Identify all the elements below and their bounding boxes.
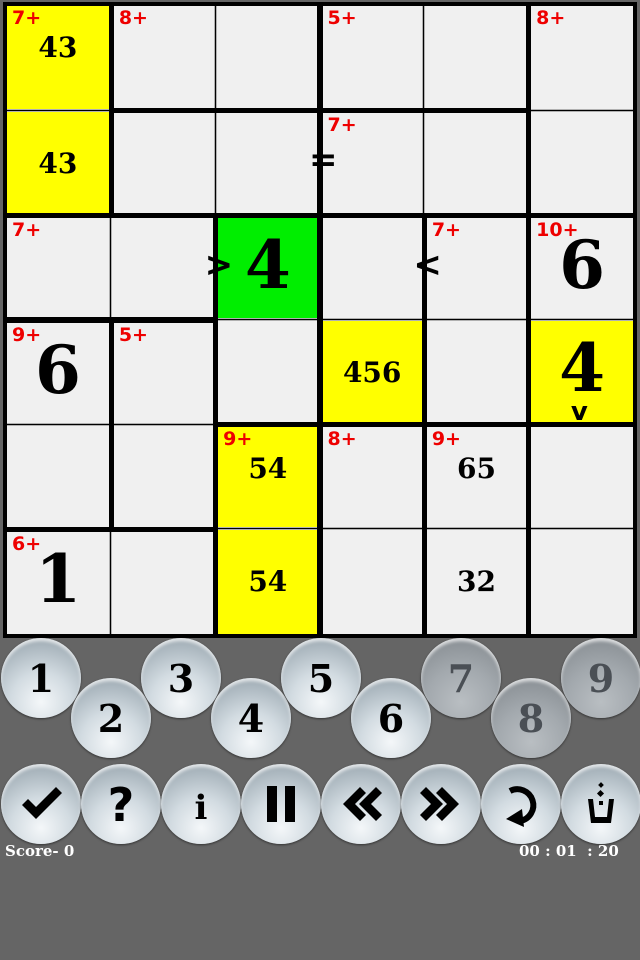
cage-clue: 9+: [431, 428, 461, 451]
digit-button-6[interactable]: 6: [351, 678, 431, 758]
double-right-chevron-icon: [420, 787, 459, 821]
grid-cell[interactable]: [111, 531, 214, 634]
timer-display: 00 : 01 : 20: [519, 842, 619, 860]
grid-cell[interactable]: [218, 320, 318, 423]
trash-cup-icon: [588, 782, 614, 823]
svg-text:i: i: [195, 788, 208, 827]
digit-button-8[interactable]: 8: [491, 678, 571, 758]
grid-cell[interactable]: [113, 424, 214, 527]
grid-cell[interactable]: [322, 529, 422, 634]
digit-button-9[interactable]: 9: [561, 638, 640, 718]
cage-clue: 9+: [223, 428, 253, 451]
grid-cell[interactable]: 7+ 43: [7, 6, 109, 110]
grid-cell[interactable]: 456: [322, 320, 422, 423]
inequality-symbol: <: [413, 244, 442, 285]
grid-cell[interactable]: 8+: [113, 6, 215, 109]
check-button[interactable]: [1, 764, 81, 844]
info-icon: i: [195, 788, 208, 827]
grid-cell[interactable]: 5+: [322, 6, 424, 109]
cell-candidates: 65: [457, 452, 496, 486]
grid-cell[interactable]: [531, 529, 633, 634]
cage-clue: 7+: [12, 7, 42, 29]
cage-clue: 8+: [536, 7, 566, 29]
inequality-symbol: =: [309, 140, 338, 180]
svg-text:?: ?: [108, 781, 135, 827]
grid-cell[interactable]: 43: [7, 110, 109, 213]
grid-cell[interactable]: [7, 424, 109, 527]
grid-cell[interactable]: 5+: [113, 322, 214, 424]
cell-candidates: 43: [38, 31, 78, 64]
grid-cell[interactable]: 10+ 6: [531, 217, 633, 319]
grid-cell[interactable]: 9+ 54: [218, 427, 318, 529]
cell-candidates: 32: [457, 565, 496, 599]
grid-cell[interactable]: 54: [218, 529, 318, 634]
puzzle-board: 7+ 43 8+ 5+ 8+ 43 7+ 7+ 4 7+ 10+ 6 9+ 6 5+ 456 4 9+ 54 8+ 9+…: [3, 2, 637, 638]
cell-value: 4: [559, 329, 606, 407]
pause-icon: [267, 786, 295, 822]
pause-button[interactable]: [241, 764, 321, 844]
grid-cell[interactable]: 9+ 6: [7, 322, 109, 424]
cage-clue: 8+: [118, 7, 148, 29]
digit-button-7[interactable]: 7: [421, 638, 501, 718]
cell-value: 6: [559, 225, 606, 304]
grid-cell[interactable]: 7+: [7, 217, 111, 318]
digit-button-3[interactable]: 3: [141, 638, 221, 718]
grid-cell[interactable]: 8+: [322, 427, 422, 529]
cell-value: 6: [34, 330, 81, 409]
grid-cell[interactable]: [424, 6, 527, 109]
grid-cell[interactable]: 9+ 65: [426, 427, 527, 529]
cage-clue: 5+: [327, 7, 357, 29]
question-icon: ?: [108, 781, 135, 827]
grid-cell[interactable]: [531, 427, 633, 529]
cell-candidates: 43: [38, 146, 78, 180]
grid-cell[interactable]: 6+ 1: [7, 531, 111, 634]
grid-cell[interactable]: 32: [426, 529, 527, 634]
cage-clue: 5+: [118, 323, 148, 346]
digit-button-5[interactable]: 5: [281, 638, 361, 718]
inequality-symbol: v: [570, 396, 588, 427]
grid-cell[interactable]: [113, 113, 215, 213]
grid-cell[interactable]: [531, 110, 633, 213]
grid-cell[interactable]: [215, 113, 318, 213]
grid-cell[interactable]: [424, 113, 527, 213]
grid-cell[interactable]: 7+: [322, 113, 424, 213]
restart-button[interactable]: [481, 764, 561, 844]
cell-candidates: 456: [342, 356, 402, 389]
rotate-icon: [506, 786, 537, 827]
score-value: 0: [63, 842, 75, 860]
cage-clue: 8+: [327, 428, 357, 451]
cage-clue: 7+: [431, 218, 461, 241]
checkmark-icon: [22, 787, 62, 819]
clear-button[interactable]: [561, 764, 640, 844]
score-display: Score- 0: [5, 842, 74, 860]
redo-button[interactable]: [401, 764, 481, 844]
score-label: Score-: [5, 842, 64, 860]
hint-button[interactable]: ?: [81, 764, 161, 844]
cage-clue: 7+: [12, 218, 42, 241]
cage-clue: 7+: [327, 114, 357, 137]
grid-cell[interactable]: [426, 320, 527, 423]
cell-candidates: 54: [248, 565, 288, 599]
cell-value: 1: [35, 539, 82, 618]
double-left-chevron-icon: [343, 787, 382, 821]
grid-cell[interactable]: [322, 217, 422, 319]
info-button[interactable]: i: [161, 764, 241, 844]
digit-button-2[interactable]: 2: [71, 678, 151, 758]
cell-candidates: 54: [248, 452, 288, 486]
grid-cell[interactable]: 8+: [531, 6, 633, 110]
grid-cell[interactable]: [111, 217, 214, 318]
grid-cell[interactable]: [215, 6, 318, 109]
digit-button-4[interactable]: 4: [211, 678, 291, 758]
inequality-symbol: >: [204, 244, 234, 285]
digit-button-1[interactable]: 1: [1, 638, 81, 718]
undo-button[interactable]: [321, 764, 401, 844]
